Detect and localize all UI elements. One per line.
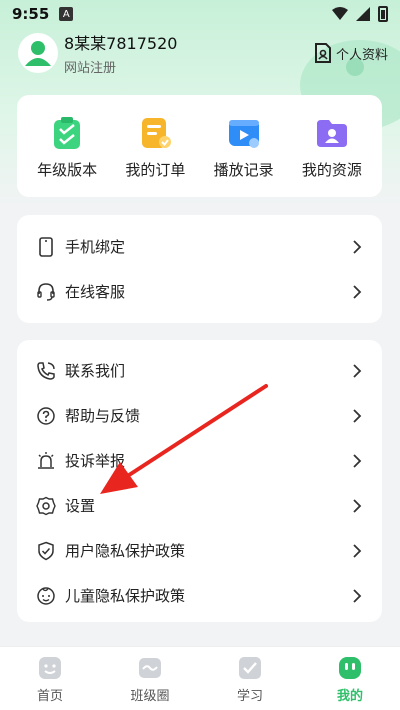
alarm-icon <box>35 450 57 472</box>
chevron-right-icon <box>353 453 362 468</box>
row-label: 联系我们 <box>65 362 126 380</box>
row-label: 在线客服 <box>65 283 126 301</box>
chevron-right-icon <box>353 543 362 558</box>
grid-label: 我的订单 <box>125 161 186 179</box>
row-label: 帮助与反馈 <box>65 407 141 425</box>
grid-label: 播放记录 <box>213 161 274 179</box>
phone-call-icon <box>35 360 57 382</box>
quick-actions-card: 年级版本 我的订单 播放记录 我的资源 <box>17 95 382 197</box>
folder-user-icon <box>316 120 347 147</box>
child-face-icon <box>35 585 57 607</box>
grid-item-my-orders[interactable]: 我的订单 <box>114 95 196 197</box>
avatar[interactable] <box>18 33 58 73</box>
row-label: 用户隐私保护政策 <box>65 542 186 560</box>
shield-check-icon <box>35 540 57 562</box>
tab-mine[interactable]: 我的 <box>310 655 390 704</box>
grid-item-my-resources[interactable]: 我的资源 <box>291 95 373 197</box>
profile-header[interactable]: 8某某7817520 网站注册 个人资料 <box>18 30 388 76</box>
grid-item-grade-version[interactable]: 年级版本 <box>26 95 108 197</box>
mine-icon <box>339 657 361 679</box>
status-time: 9:55 <box>12 5 50 23</box>
account-card: 手机绑定 在线客服 <box>17 215 382 323</box>
grid-item-play-history[interactable]: 播放记录 <box>203 95 285 197</box>
username: 8某某7817520 <box>64 34 178 53</box>
tab-label: 我的 <box>336 689 363 704</box>
chevron-right-icon <box>353 239 362 254</box>
row-label: 投诉举报 <box>65 452 126 470</box>
support-card: 联系我们 帮助与反馈 投诉举报 设置 用户隐私保护政策 儿童隐私保护政策 <box>17 340 382 622</box>
row-label: 设置 <box>65 497 96 515</box>
row-child-privacy-policy[interactable]: 儿童隐私保护政策 <box>17 573 382 618</box>
row-label: 儿童隐私保护政策 <box>65 587 186 605</box>
bottom-tab-bar: 首页 班级圈 学习 我的 <box>0 646 400 710</box>
help-icon <box>35 405 57 427</box>
profile-card-icon <box>314 43 331 63</box>
chevron-right-icon <box>353 498 362 513</box>
wifi-icon <box>332 7 348 20</box>
phone-icon <box>35 236 57 258</box>
tab-study[interactable]: 学习 <box>210 655 290 704</box>
row-complaint-report[interactable]: 投诉举报 <box>17 438 382 483</box>
row-phone-binding[interactable]: 手机绑定 <box>17 224 382 269</box>
chevron-right-icon <box>353 284 362 299</box>
row-user-privacy-policy[interactable]: 用户隐私保护政策 <box>17 528 382 573</box>
row-settings[interactable]: 设置 <box>17 483 382 528</box>
row-help-feedback[interactable]: 帮助与反馈 <box>17 393 382 438</box>
chevron-right-icon <box>353 588 362 603</box>
order-list-icon <box>142 118 172 148</box>
status-bar: 9:55 A <box>0 0 400 28</box>
home-icon <box>39 657 61 679</box>
study-icon <box>239 657 261 679</box>
grid-label: 年级版本 <box>37 161 98 179</box>
profile-info-link[interactable]: 个人资料 <box>314 43 388 63</box>
chevron-right-icon <box>353 363 362 378</box>
notification-badge: A <box>59 7 74 21</box>
video-play-icon <box>228 120 259 148</box>
clipboard-check-icon <box>54 117 81 149</box>
tab-label: 首页 <box>36 689 63 704</box>
settings-gear-icon <box>35 495 57 517</box>
profile-info-label: 个人资料 <box>335 47 388 63</box>
grid-label: 我的资源 <box>301 161 362 179</box>
tab-class-circle[interactable]: 班级圈 <box>110 655 190 704</box>
headset-icon <box>35 281 57 303</box>
row-contact-us[interactable]: 联系我们 <box>17 348 382 393</box>
row-online-service[interactable]: 在线客服 <box>17 269 382 314</box>
avatar-user-icon <box>25 41 51 66</box>
tab-home[interactable]: 首页 <box>10 655 90 704</box>
profile-text: 8某某7817520 网站注册 <box>64 30 177 76</box>
row-label: 手机绑定 <box>65 238 126 256</box>
battery-icon <box>378 6 388 22</box>
tab-label: 班级圈 <box>130 689 170 704</box>
chevron-right-icon <box>353 408 362 423</box>
signal-icon <box>356 7 370 21</box>
class-circle-icon <box>139 658 161 678</box>
registration-source: 网站注册 <box>64 61 117 76</box>
tab-label: 学习 <box>236 689 263 704</box>
status-icons <box>332 6 388 22</box>
